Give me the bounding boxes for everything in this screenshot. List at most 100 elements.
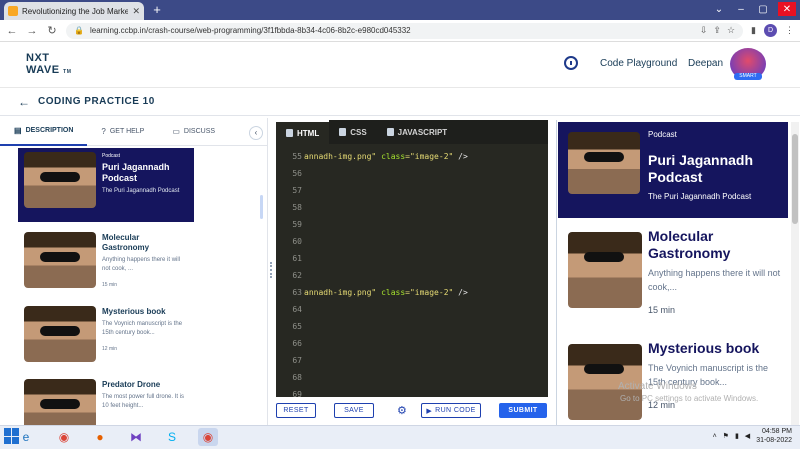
flag-icon[interactable]: ⚑ <box>723 432 729 440</box>
logo-line-2: WAVE <box>26 64 60 76</box>
left-panel-tabs: ▤ DESCRIPTION ? GET HELP ▭ DISCUSS <box>0 118 268 146</box>
line-number: 60 <box>292 237 302 246</box>
skype-icon[interactable]: S <box>162 428 182 446</box>
list-card[interactable]: Molecular Gastronomy Anything happens th… <box>18 228 194 302</box>
code-attribute: class <box>376 288 406 297</box>
tab-css[interactable]: CSS <box>329 120 376 144</box>
logo-tm: TM <box>63 69 72 75</box>
tab-html-label: HTML <box>297 128 320 138</box>
save-button[interactable]: SAVE <box>334 403 374 418</box>
gear-icon[interactable]: ⚙ <box>397 404 407 417</box>
reload-icon[interactable]: ↻ <box>46 24 58 37</box>
url-text: learning.ccbp.in/crash-course/web-progra… <box>89 26 411 35</box>
window-controls: ⌄ – ▢ ✕ <box>712 2 796 16</box>
forward-icon[interactable]: → <box>26 25 38 37</box>
back-arrow-icon[interactable]: ← <box>18 95 30 109</box>
card-title: Molecular Gastronomy <box>102 233 150 252</box>
code-value: ="image-2" <box>405 288 454 297</box>
javascript-icon <box>386 128 394 136</box>
url-input[interactable]: 🔒 learning.ccbp.in/crash-course/web-prog… <box>66 22 744 39</box>
tray-chevron-icon[interactable]: ˄ <box>713 433 717 440</box>
activate-windows-subtext: Go to PC settings to activate Windows. <box>620 394 759 403</box>
windows-taskbar <box>0 425 800 449</box>
new-tab-icon[interactable]: + <box>150 3 164 17</box>
logo-line-1: NXT <box>26 52 50 64</box>
panel-resize-handle[interactable] <box>270 262 272 278</box>
card-image <box>24 306 96 362</box>
tab-description[interactable]: ▤ DESCRIPTION <box>0 118 88 146</box>
code-value: ="image-2" <box>405 152 454 161</box>
code-line[interactable]: annadh-img.png" class="image-2" /> <box>304 288 468 297</box>
bookmark-star-icon[interactable]: ☆ <box>727 25 735 36</box>
code-playground-link[interactable]: Code Playground <box>600 58 677 69</box>
reset-button[interactable]: RESET <box>276 403 316 418</box>
maximize-icon[interactable]: ▢ <box>756 2 770 16</box>
preview-scrollbar[interactable] <box>791 122 799 425</box>
tab-search-icon[interactable]: ⌄ <box>712 2 726 16</box>
back-icon[interactable]: ← <box>6 25 18 37</box>
run-code-button[interactable]: ▶ RUN CODE <box>421 403 481 418</box>
list-card[interactable]: Mysterious book The Voynich manuscript i… <box>18 302 194 376</box>
card-description: The Puri Jagannadh Podcast <box>102 188 180 194</box>
card-image <box>24 232 96 288</box>
browser-tab-title: Revolutionizing the Job Market | <box>22 6 129 16</box>
chrome-active-icon[interactable]: ◉ <box>198 428 218 446</box>
card-title: Predator Drone <box>102 380 161 389</box>
code-line[interactable]: annadh-img.png" class="image-2" /> <box>304 152 468 161</box>
close-window-icon[interactable]: ✕ <box>778 2 796 16</box>
visual-studio-icon[interactable]: ⧓ <box>126 428 146 446</box>
network-icon[interactable]: ▮ <box>735 432 739 440</box>
install-icon[interactable]: ⇩ <box>700 25 708 36</box>
left-scrollbar[interactable] <box>260 195 263 219</box>
favicon-icon <box>8 6 18 16</box>
nxtwave-logo[interactable]: NXT WAVE TM <box>26 52 74 78</box>
preview-card-image <box>568 232 642 308</box>
card-title: Mysterious book <box>102 307 166 316</box>
featured-card[interactable]: Podcast Puri Jagannadh Podcast The Puri … <box>18 148 194 222</box>
firefox-icon[interactable]: ● <box>90 428 110 446</box>
tab-javascript[interactable]: JAVASCRIPT <box>377 120 458 144</box>
code-tag-end: /> <box>453 288 468 297</box>
line-number: 62 <box>292 271 302 280</box>
system-tray: ˄ ⚑ ▮ ◀ 04:58 PM 31-08-2022 <box>713 427 792 445</box>
user-name[interactable]: Deepan <box>688 58 723 69</box>
line-number: 61 <box>292 254 302 263</box>
close-tab-icon[interactable]: ✕ <box>132 6 140 17</box>
code-tag-end: /> <box>453 152 468 161</box>
preview-card-duration: 15 min <box>648 305 676 315</box>
line-number: 58 <box>292 203 302 212</box>
preview-featured-description: The Puri Jagannadh Podcast <box>648 192 752 201</box>
tab-get-help[interactable]: ? GET HELP <box>87 118 158 146</box>
html-icon <box>286 129 293 137</box>
help-icon: ? <box>101 127 106 136</box>
practice-title-bar: ← CODING PRACTICE 10 <box>0 88 800 116</box>
code-string: annadh-img.png" <box>304 288 377 297</box>
submit-button[interactable]: SUBMIT <box>499 403 547 418</box>
css-icon <box>339 128 347 136</box>
browser-tab[interactable]: Revolutionizing the Job Market | ✕ <box>4 2 144 20</box>
card-category: Podcast <box>102 153 121 159</box>
clock-time: 04:58 PM <box>762 428 792 435</box>
profile-avatar[interactable]: D <box>764 24 777 37</box>
preview-card-description: Anything happens there it will not cook,… <box>648 268 781 292</box>
clock[interactable]: 04:58 PM 31-08-2022 <box>756 427 792 445</box>
card-image <box>24 152 96 208</box>
tab-html[interactable]: HTML <box>276 120 330 144</box>
tab-discuss[interactable]: ▭ DISCUSS <box>158 118 229 146</box>
sidebar-icon[interactable]: ▮ <box>751 25 756 36</box>
tab-css-label: CSS <box>350 127 367 137</box>
internet-explorer-icon[interactable]: e <box>16 428 36 446</box>
card-description: Anything happens there it will not cook,… <box>102 257 181 272</box>
menu-dots-icon[interactable]: ⋮ <box>785 25 794 36</box>
collapse-panel-icon[interactable]: ‹ <box>249 126 263 140</box>
minimize-icon[interactable]: – <box>734 2 748 16</box>
clock-date: 31-08-2022 <box>756 437 792 444</box>
chrome-icon[interactable]: ◉ <box>54 428 74 446</box>
line-number: 55 <box>292 152 302 161</box>
share-icon[interactable]: ⇪ <box>713 25 721 36</box>
timer-icon[interactable] <box>564 56 578 70</box>
volume-icon[interactable]: ◀ <box>745 432 750 440</box>
tab-discuss-label: DISCUSS <box>183 128 216 135</box>
code-editor[interactable] <box>276 120 548 397</box>
book-icon: ▤ <box>14 126 22 135</box>
